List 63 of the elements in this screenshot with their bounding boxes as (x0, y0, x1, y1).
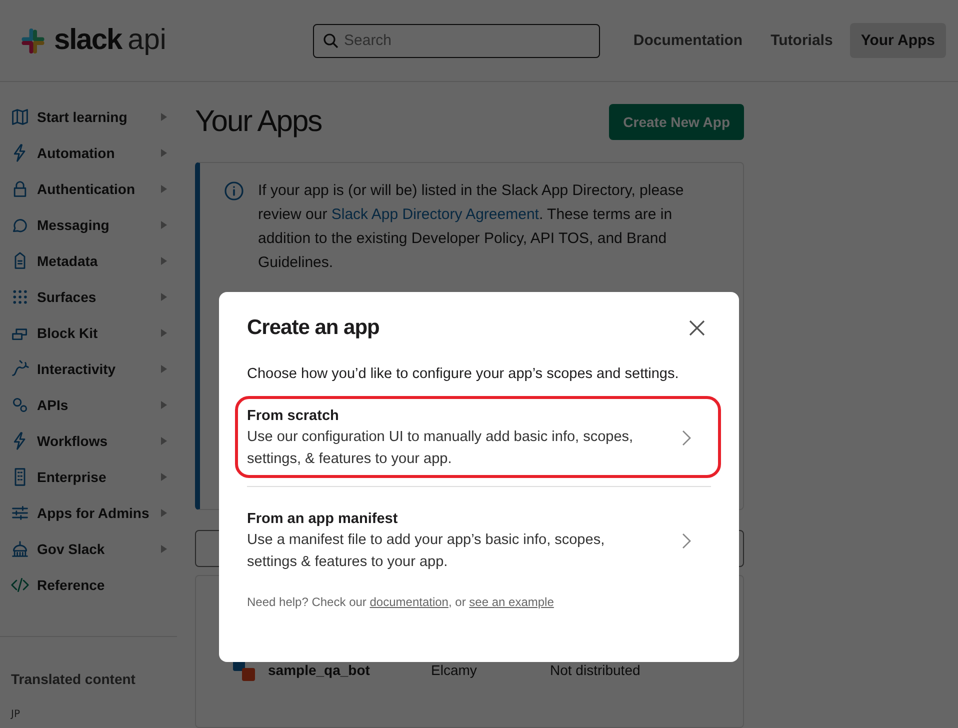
caret-icon (161, 293, 167, 301)
search-icon (323, 32, 339, 48)
sidebar-item[interactable]: Workflows (0, 423, 177, 459)
option-description: Use a manifest file to add your app’s basic info, scopes, settings & features to your app. (247, 531, 606, 572)
caret-icon (161, 401, 167, 409)
lock-icon (11, 180, 29, 198)
create-app-button[interactable]: Create New App (609, 104, 744, 140)
dialog-title: Create an app (247, 316, 380, 340)
agreement-link[interactable]: Slack App Directory Agreement (331, 206, 539, 223)
caret-icon (161, 329, 167, 337)
table-cell: Not distributed (550, 662, 640, 678)
dot-grid-icon (11, 288, 29, 306)
sidebar-item[interactable]: Interactivity (0, 351, 177, 387)
caret-icon (161, 221, 167, 229)
chevron-right-icon (682, 533, 691, 549)
nav-link[interactable]: Your Apps (850, 23, 946, 58)
logo-suffix: api (128, 24, 166, 57)
caret-icon (161, 149, 167, 157)
sidebar-item[interactable]: Enterprise (0, 459, 177, 495)
sliders-icon (11, 504, 29, 522)
caret-icon (161, 365, 167, 373)
sidebar-item[interactable]: Messaging (0, 207, 177, 243)
caret-icon (161, 257, 167, 265)
logo-wordmark: slack (54, 24, 122, 57)
sidebar-item[interactable]: Surfaces (0, 279, 177, 315)
option-row[interactable]: From an app manifest Use a manifest file to add your app’s basic info, scopes, settings & features to your app. (247, 509, 711, 573)
caret-icon (161, 185, 167, 193)
documentation-link[interactable]: documentation (370, 595, 448, 609)
help-text: Need help? Check our documentation, or see an example (247, 595, 555, 609)
chat-bubble-icon (11, 216, 29, 234)
nav-link[interactable]: Tutorials (760, 23, 844, 58)
caret-icon (161, 509, 167, 517)
sidebar-item[interactable]: Start learning (0, 99, 177, 135)
option-title: From an app manifest (247, 510, 399, 529)
option-title: From scratch (247, 407, 340, 426)
sidebar-item[interactable]: Block Kit (0, 315, 177, 351)
sidebar-item[interactable]: Metadata (0, 243, 177, 279)
caret-icon (161, 545, 167, 553)
nav-link[interactable]: Documentation (622, 23, 754, 58)
sidebar-item[interactable]: Gov Slack (0, 531, 177, 567)
map-icon (11, 108, 29, 126)
dome-building-icon (11, 540, 29, 558)
info-icon (224, 181, 244, 201)
example-link[interactable]: see an example (469, 595, 554, 609)
code-icon (11, 576, 29, 594)
sidebar-item[interactable]: Apps for Admins (0, 495, 177, 531)
option-row[interactable]: From scratch Use our configuration UI to manually add basic info, scopes, settings, & features to your app. (247, 406, 711, 470)
table-cell-text: Elcamy (431, 662, 478, 678)
caret-icon (161, 437, 167, 445)
sidebar-item[interactable]: Automation (0, 135, 177, 171)
app-name[interactable]: sample_qa_bot (268, 662, 431, 678)
caret-icon (161, 473, 167, 481)
sidebar-item[interactable]: APIs (0, 387, 177, 423)
close-icon (689, 320, 705, 336)
sidebar-item[interactable]: Authentication (0, 171, 177, 207)
dialog-subtitle: Choose how you’d like to configure your app’s scopes and settings. (247, 366, 680, 382)
language-link[interactable]: JP (11, 709, 166, 720)
page-title: Your Apps (195, 105, 322, 139)
chevron-right-icon (682, 430, 691, 446)
sidebar-section-title: Translated content (11, 671, 136, 687)
option-description: Use our configuration UI to manually add basic info, scopes, settings, & features to your app. (247, 428, 634, 469)
caret-icon (161, 113, 167, 121)
sidebar-item[interactable]: Reference (0, 567, 177, 603)
